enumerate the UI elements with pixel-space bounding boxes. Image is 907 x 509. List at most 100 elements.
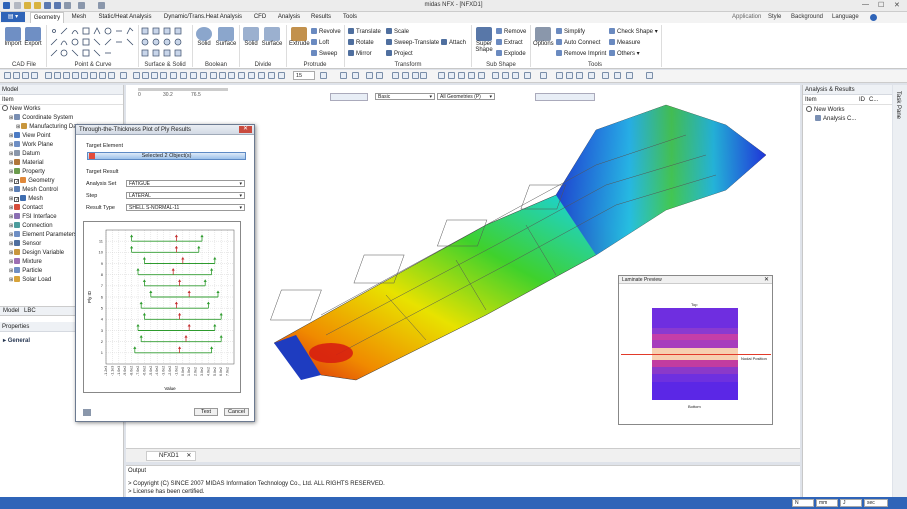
toolbar-tool-icon[interactable] [228, 72, 235, 79]
toolbar-tool-icon[interactable] [512, 72, 519, 79]
toolbar-tool-icon[interactable] [602, 72, 609, 79]
import-button[interactable]: Import [4, 27, 22, 47]
toolbar-tool-icon[interactable] [278, 72, 285, 79]
laminate-close-icon[interactable]: ✕ [764, 276, 769, 283]
others-button[interactable]: Others ▾ [609, 50, 640, 57]
toolbar-tool-icon[interactable] [420, 72, 427, 79]
toolbar-tool-icon[interactable] [458, 72, 465, 79]
point-curve-tools[interactable] [50, 27, 136, 59]
toolbar-number-field[interactable]: 15 [293, 71, 315, 80]
display-style-select[interactable]: Basic [375, 93, 435, 100]
expand-icon[interactable]: ⊞ [9, 250, 13, 256]
expand-icon[interactable]: ⊞ [9, 205, 13, 211]
toolbar-tool-icon[interactable] [258, 72, 265, 79]
render-tools-icons[interactable] [535, 93, 595, 101]
cancel-button[interactable]: Cancel [224, 408, 249, 416]
export-plot-icon[interactable] [83, 409, 91, 416]
visibility-checkbox[interactable]: ✓ [14, 197, 19, 203]
tab-mesh[interactable]: Mesh [68, 12, 90, 23]
tab-cfd[interactable]: CFD [251, 12, 269, 23]
toolbar-tool-icon[interactable] [108, 72, 115, 79]
toolbar-tool-icon[interactable] [478, 72, 485, 79]
toolbar-tool-icon[interactable] [63, 72, 70, 79]
toolbar-tool-icon[interactable] [614, 72, 621, 79]
toolbar-tool-icon[interactable] [238, 72, 245, 79]
check-shape-button[interactable]: Check Shape ▾ [609, 28, 658, 35]
toolbar-tool-icon[interactable] [22, 72, 29, 79]
sweep-translate-button[interactable]: Sweep-Translate [386, 39, 439, 46]
toolbar-tool-icon[interactable] [190, 72, 197, 79]
toolbar-tool-icon[interactable] [646, 72, 653, 79]
measure-button[interactable]: Measure [609, 39, 640, 46]
toolbar-tool-icon[interactable] [4, 72, 11, 79]
revolve-button[interactable]: Revolve [311, 28, 341, 35]
auto-connect-button[interactable]: Auto Connect [556, 39, 600, 46]
toolbar-tool-icon[interactable] [268, 72, 275, 79]
visibility-checkbox[interactable]: ✓ [14, 179, 19, 185]
divide-surface-button[interactable]: Surface [261, 27, 283, 47]
toolbar-tool-icon[interactable] [524, 72, 531, 79]
toolbar-tool-icon[interactable] [540, 72, 547, 79]
tab-analysis[interactable]: Analysis [276, 12, 302, 23]
export-button[interactable]: Export [24, 27, 42, 47]
toolbar-tool-icon[interactable] [72, 72, 79, 79]
options-button[interactable]: Options [533, 27, 554, 47]
expand-icon[interactable]: ⊞ [9, 277, 13, 283]
project-button[interactable]: Project [386, 50, 413, 57]
maximize-icon[interactable]: ☐ [878, 1, 884, 9]
mirror-button[interactable]: Mirror [348, 50, 372, 57]
expand-icon[interactable]: ⊞ [9, 232, 13, 238]
text-button[interactable]: Text [194, 408, 218, 416]
divide-solid-button[interactable]: Solid [242, 27, 260, 47]
remove-button[interactable]: Remove [496, 28, 526, 35]
unit-force-select[interactable]: N [792, 499, 814, 507]
analysis-set-select[interactable]: FATIGUE [126, 180, 245, 187]
toolbar-tool-icon[interactable] [170, 72, 177, 79]
surface-solid-tools[interactable] [141, 27, 189, 59]
application-menu[interactable]: Application [732, 14, 761, 20]
toolbar-tool-icon[interactable] [90, 72, 97, 79]
toolbar-tool-icon[interactable] [412, 72, 419, 79]
expand-icon[interactable]: ⊞ [9, 187, 13, 193]
doc-tab-close-icon[interactable]: ✕ [186, 453, 191, 459]
toolbar-tool-icon[interactable] [81, 72, 88, 79]
toolbar-tool-icon[interactable] [438, 72, 445, 79]
toolbar-tool-icon[interactable] [556, 72, 563, 79]
tab-results[interactable]: Results [309, 12, 333, 23]
expand-icon[interactable]: ⊞ [16, 124, 20, 130]
minimize-icon[interactable]: — [862, 1, 869, 8]
selected-objects-button[interactable]: Selected 2 Object(s) [87, 152, 246, 160]
language-menu[interactable]: Language [832, 14, 859, 20]
expand-icon[interactable]: ⊞ [9, 259, 13, 265]
extrude-button[interactable]: Extrude [289, 27, 310, 47]
tab-tools[interactable]: Tools [340, 12, 360, 23]
style-menu[interactable]: Style [768, 14, 781, 20]
super-shape-button[interactable]: Super Shape [474, 27, 494, 53]
toolbar-tool-icon[interactable] [219, 72, 226, 79]
expand-icon[interactable]: ⊞ [9, 268, 13, 274]
expand-icon[interactable]: ⊞ [9, 151, 13, 157]
expand-icon[interactable]: ⊞ [9, 160, 13, 166]
toolbar-tool-icon[interactable] [402, 72, 409, 79]
expand-icon[interactable]: ⊞ [9, 214, 13, 220]
toolbar-tool-icon[interactable] [45, 72, 52, 79]
toolbar-tool-icon[interactable] [99, 72, 106, 79]
expand-icon[interactable]: ⊞ [9, 178, 13, 184]
extract-button[interactable]: Extract [496, 39, 523, 46]
toolbar-tool-icon[interactable] [576, 72, 583, 79]
toolbar-tool-icon[interactable] [320, 72, 327, 79]
toolbar-tool-icon[interactable] [588, 72, 595, 79]
unit-energy-select[interactable]: J [840, 499, 862, 507]
toolbar-tool-icon[interactable] [626, 72, 633, 79]
doc-tab-nfxd1[interactable]: NFXD1 ✕ [146, 451, 196, 461]
expand-icon[interactable]: ⊞ [9, 223, 13, 229]
toolbar-tool-icon[interactable] [448, 72, 455, 79]
tab-model[interactable]: Model [3, 308, 19, 314]
toolbar-tool-icon[interactable] [200, 72, 207, 79]
tab-static-heat-analysis[interactable]: Static/Heat Analysis [96, 12, 154, 23]
expand-icon[interactable]: ⊞ [9, 142, 13, 148]
toolbar-tool-icon[interactable] [492, 72, 499, 79]
toolbar-tool-icon[interactable] [468, 72, 475, 79]
attach-button[interactable]: Attach [441, 39, 466, 46]
expand-icon[interactable]: ⊞ [9, 196, 13, 202]
